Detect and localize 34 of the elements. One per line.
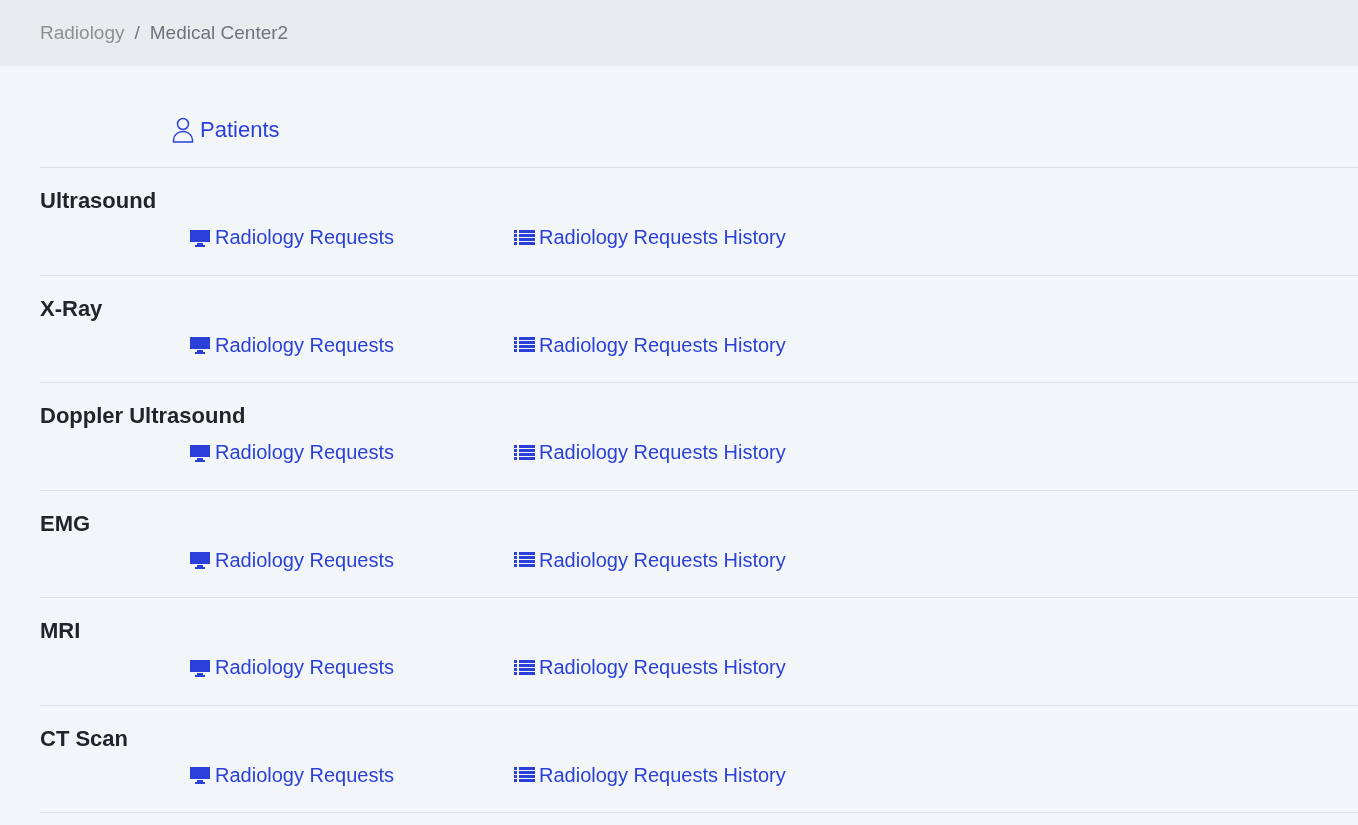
request-link[interactable]: Radiology Requests xyxy=(189,548,514,572)
request-link[interactable]: Radiology Requests xyxy=(189,763,514,787)
list-icon xyxy=(514,228,535,247)
list-icon xyxy=(514,658,535,677)
monitor-icon xyxy=(189,442,211,463)
request-link[interactable]: Radiology Requests History xyxy=(514,763,786,787)
list-icon xyxy=(514,336,535,354)
request-link[interactable]: Radiology Requests History xyxy=(514,333,786,357)
section-title: Ultrasound xyxy=(40,188,157,214)
section-title: Doppler Ultrasound xyxy=(40,403,246,429)
request-link[interactable]: Radiology Requests History xyxy=(514,441,786,464)
request-link[interactable]: Radiology Requests xyxy=(189,333,514,357)
section-title: CT Scan xyxy=(40,725,129,752)
section-title: X-Ray xyxy=(40,295,103,322)
request-link[interactable]: Radiology Requests History xyxy=(514,226,786,249)
monitor-icon xyxy=(189,335,211,355)
monitor-icon xyxy=(189,227,211,248)
breadcrumb-separator: / xyxy=(134,22,140,44)
list-icon xyxy=(514,766,535,784)
request-link[interactable]: Radiology Requests xyxy=(189,656,514,679)
monitor-icon xyxy=(189,550,211,570)
request-link[interactable]: Radiology Requests History xyxy=(514,548,786,572)
breadcrumb-current: Medical Center2 xyxy=(149,22,289,44)
request-link[interactable]: Radiology Requests History xyxy=(514,656,786,679)
list-icon xyxy=(514,443,535,462)
section-title: MRI xyxy=(40,618,81,644)
person-icon xyxy=(172,116,194,143)
request-link[interactable]: Radiology Requests xyxy=(189,226,514,249)
monitor-icon xyxy=(189,765,211,785)
list-icon xyxy=(514,551,535,569)
section-title: EMG xyxy=(40,510,91,537)
request-link[interactable]: Radiology Requests xyxy=(189,441,514,464)
patients-link[interactable]: Patients xyxy=(172,116,280,143)
monitor-icon xyxy=(189,657,211,678)
